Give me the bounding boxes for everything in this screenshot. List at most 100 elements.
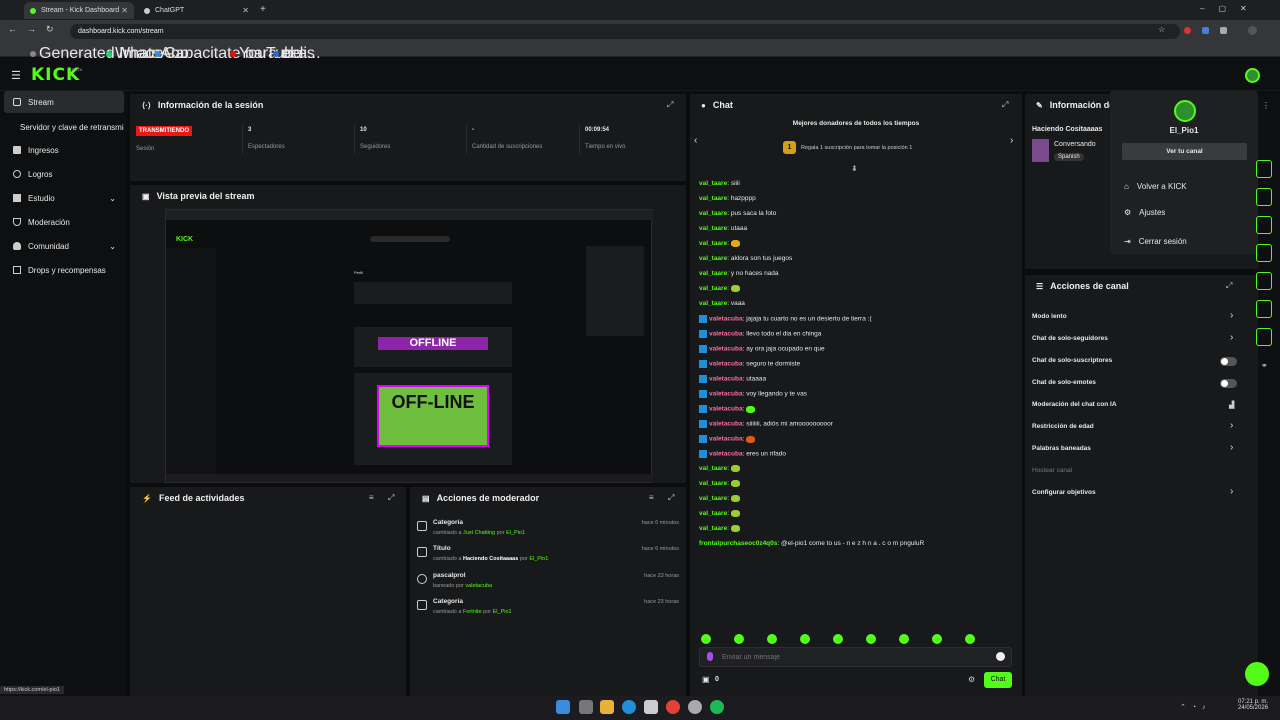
expand-icon[interactable]: ⤢ xyxy=(668,493,674,503)
close-tab-icon[interactable]: ✕ xyxy=(121,6,128,15)
translate-icon[interactable] xyxy=(1202,27,1209,34)
new-tab-icon[interactable]: + xyxy=(260,4,266,15)
channel-action-item[interactable]: Chat de solo-seguidores xyxy=(1032,335,1108,342)
chat-username[interactable]: val_taare xyxy=(699,195,727,202)
pin-icon[interactable]: ⇟ xyxy=(851,164,858,173)
share-icon[interactable]: ⚭ xyxy=(1261,361,1268,370)
chevron-right-icon[interactable]: › xyxy=(1230,332,1233,343)
channel-action-item[interactable]: Restricción de edad xyxy=(1032,423,1094,430)
chrome-icon[interactable] xyxy=(666,700,680,714)
chat-username[interactable]: val_taare xyxy=(699,525,727,532)
expand-icon[interactable]: ⤢ xyxy=(667,100,673,110)
chat-input[interactable] xyxy=(722,650,992,664)
chat-username[interactable]: val_taare xyxy=(699,270,727,277)
chat-username[interactable]: val_taare xyxy=(699,300,727,307)
windows-start-icon[interactable] xyxy=(556,700,570,714)
chat-username[interactable]: valetacuba xyxy=(709,451,743,458)
tool-icon[interactable] xyxy=(1256,300,1272,318)
chat-username[interactable]: valetacuba xyxy=(709,346,743,353)
app-icon[interactable] xyxy=(688,700,702,714)
channel-action-item[interactable]: Configurar objetivos xyxy=(1032,489,1096,496)
channel-action-item[interactable]: Chat de solo-emotes xyxy=(1032,379,1096,386)
sidebar-item-stream[interactable]: Stream xyxy=(4,91,124,113)
chat-username[interactable]: val_taare xyxy=(699,510,727,517)
sidebar-item-moderacion[interactable]: Moderación xyxy=(4,211,124,233)
chat-username[interactable]: val_taare xyxy=(699,180,727,187)
chevron-left-icon[interactable]: ‹ xyxy=(694,135,697,146)
file-explorer-icon[interactable] xyxy=(600,700,614,714)
filter-icon[interactable]: ≡ xyxy=(369,493,374,502)
menu-item-back-to-kick[interactable]: ⌂ Volver a KICK xyxy=(1112,175,1257,197)
store-icon[interactable] xyxy=(644,700,658,714)
nav-buttons-icon[interactable]: ←→↻ xyxy=(8,24,64,35)
chat-username[interactable]: val_taare xyxy=(699,495,727,502)
clock[interactable]: 07:21 p. m. 24/05/2026 xyxy=(1238,699,1268,711)
chart-icon[interactable]: ▟ xyxy=(1229,401,1234,409)
chat-username[interactable]: val_taare xyxy=(699,285,727,292)
chat-username[interactable]: val_taare xyxy=(699,210,727,217)
tab-kick-dashboard[interactable]: Stream - Kick Dashboard ✕ xyxy=(24,2,134,19)
tool-icon[interactable] xyxy=(1256,244,1272,262)
toggle-switch[interactable] xyxy=(1220,379,1237,388)
chevron-right-icon[interactable]: › xyxy=(1010,135,1013,146)
chat-username[interactable]: val_taare xyxy=(699,480,727,487)
window-controls[interactable]: –▢✕ xyxy=(1200,4,1261,13)
tab-chatgpt[interactable]: ChatGPT ✕ xyxy=(138,2,255,19)
chat-username[interactable]: val_taare xyxy=(699,225,727,232)
menu-hamburger-icon[interactable]: ☰ xyxy=(11,69,21,82)
sidebar-item-server-key[interactable]: Servidor y clave de retransmisión xyxy=(4,116,124,138)
donors-cta[interactable]: Regala 1 suscripción para tomar la posic… xyxy=(801,145,912,151)
chat-username[interactable]: valetacuba xyxy=(709,361,743,368)
view-channel-button[interactable]: Ver tu canal xyxy=(1122,143,1247,160)
extension-icon[interactable] xyxy=(1184,27,1191,34)
channel-action-item[interactable]: Chat de solo-suscriptores xyxy=(1032,357,1112,364)
sidebar-item-estudio[interactable]: Estudio ⌄ xyxy=(4,187,124,209)
menu-item-logout[interactable]: ⇥ Cerrar sesión xyxy=(1112,230,1257,252)
tool-icon[interactable] xyxy=(1256,216,1272,234)
chevron-right-icon[interactable]: › xyxy=(1230,310,1233,321)
expand-icon[interactable]: ⤢ xyxy=(388,493,394,503)
tool-icon[interactable] xyxy=(1256,272,1272,290)
emoji-picker-icon[interactable] xyxy=(996,652,1005,661)
expand-icon[interactable]: ⤢ xyxy=(1002,100,1008,110)
chat-username[interactable]: valetacuba xyxy=(709,436,743,443)
tool-icon[interactable] xyxy=(1256,188,1272,206)
channel-action-item[interactable]: Palabras baneadas xyxy=(1032,445,1091,452)
system-tray-icons[interactable]: ⌃◔♪ xyxy=(1180,703,1212,711)
address-bar[interactable]: dashboard.kick.com/stream xyxy=(70,24,1180,39)
chat-username[interactable]: val_taare xyxy=(699,465,727,472)
mic-icon[interactable] xyxy=(707,652,713,661)
chat-username[interactable]: valetacuba xyxy=(709,391,743,398)
chevron-right-icon[interactable]: › xyxy=(1230,486,1233,497)
sidebar-item-logros[interactable]: Logros xyxy=(4,163,124,185)
chevron-right-icon[interactable]: › xyxy=(1230,442,1233,453)
tool-icon[interactable] xyxy=(1256,328,1272,346)
chat-settings-icon[interactable]: ⚙ xyxy=(968,675,975,684)
chat-username[interactable]: valetacuba xyxy=(709,421,743,428)
spotify-icon[interactable] xyxy=(710,700,724,714)
menu-item-settings[interactable]: ⚙ Ajustes xyxy=(1112,201,1257,223)
toggle-switch[interactable] xyxy=(1220,357,1237,366)
chat-username[interactable]: valetacuba xyxy=(709,376,743,383)
profile-avatar[interactable] xyxy=(1248,26,1257,35)
stream-video[interactable]: KICK Perfil OFFLINE OFF-LINE xyxy=(165,209,653,483)
floating-help-button[interactable] xyxy=(1245,662,1269,686)
chat-username[interactable]: frontalpurchaseoc0z4q0s xyxy=(699,540,777,547)
edge-icon[interactable] xyxy=(622,700,636,714)
more-options-icon[interactable]: ⋮ xyxy=(1262,101,1270,110)
sidebar-item-ingresos[interactable]: Ingresos xyxy=(4,139,124,161)
close-tab-icon[interactable]: ✕ xyxy=(242,6,249,15)
chat-username[interactable]: valetacuba xyxy=(709,406,743,413)
tool-icon[interactable] xyxy=(1256,160,1272,178)
sidebar-item-comunidad[interactable]: Comunidad ⌄ xyxy=(4,235,124,257)
sidebar-item-drops[interactable]: Drops y recompensas xyxy=(4,259,124,281)
channel-action-item[interactable]: Moderación del chat con IA xyxy=(1032,401,1117,408)
gift-icon[interactable]: ▣ xyxy=(702,675,710,684)
chat-username[interactable]: val_taare xyxy=(699,240,727,247)
bookmark-star-icon[interactable]: ☆ xyxy=(1158,25,1165,34)
task-view-icon[interactable] xyxy=(579,700,593,714)
extensions-icon[interactable] xyxy=(1220,27,1227,34)
chat-username[interactable]: valetacuba xyxy=(709,331,743,338)
chat-username[interactable]: valetacuba xyxy=(709,316,743,323)
chat-username[interactable]: val_taare xyxy=(699,255,727,262)
